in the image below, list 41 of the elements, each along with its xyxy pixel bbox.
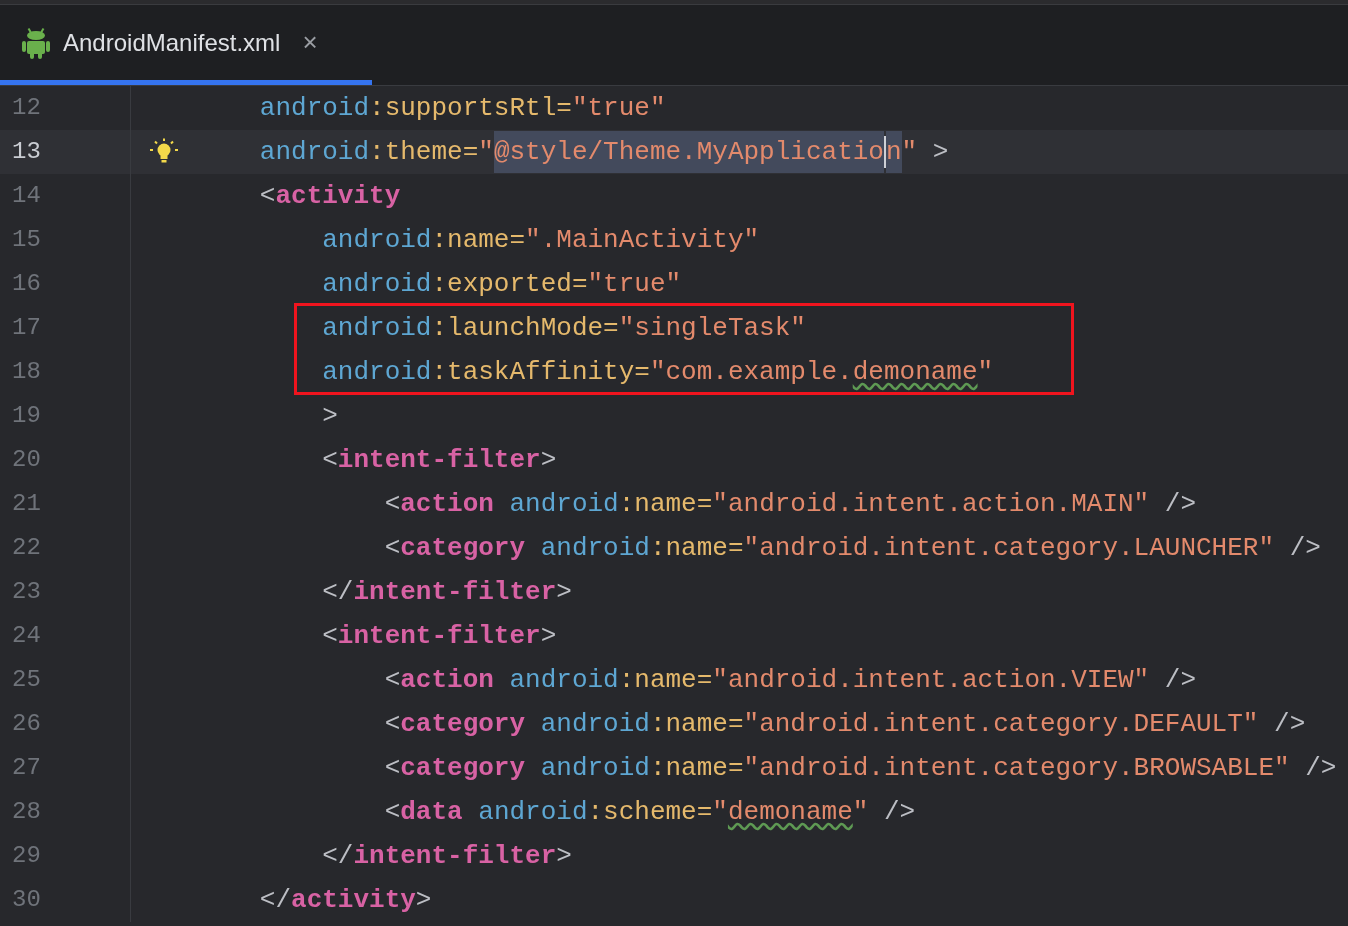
line-number: 23 [12,577,41,607]
code-line: android:name=".MainActivity" [321,223,760,257]
line-number: 14 [12,181,41,211]
code-line: <category android:name="android.intent.category.DEFAULT" /> [383,707,1306,741]
line-number: 19 [12,401,41,431]
code-line: <action android:name="android.intent.action.VIEW" /> [383,663,1196,697]
code-line: <intent-filter> [321,443,557,477]
code-line: <action android:name="android.intent.action.MAIN" /> [383,487,1196,521]
line-number: 13 [12,137,41,167]
code-line: </intent-filter> [321,575,572,609]
line-number: 12 [12,93,41,123]
tab-title: AndroidManifest.xml [63,27,281,58]
code-line: android:taskAffinity="com.example.demoname" [321,355,994,389]
line-number: 24 [12,621,41,651]
code-line: <data android:scheme="demoname" /> [383,795,916,829]
line-number: 17 [12,313,41,343]
line-number: 26 [12,709,41,739]
code-line: <category android:name="android.intent.category.BROWSABLE" /> [383,751,1337,785]
line-number: 21 [12,489,41,519]
code-line: </intent-filter> [321,839,572,873]
code-line: > [321,399,338,433]
code-line: <category android:name="android.intent.category.LAUNCHER" /> [383,531,1321,565]
lightbulb-icon[interactable] [149,138,179,166]
line-number: 27 [12,753,41,783]
android-robot-icon [22,26,50,59]
code-line: android:supportsRtl="true" [258,91,666,125]
line-number: 29 [12,841,41,871]
line-number: 20 [12,445,41,475]
code-line: android:launchMode="singleTask" [321,311,806,345]
line-number: 22 [12,533,41,563]
code-line: <activity [258,179,401,213]
code-line: <intent-filter> [321,619,557,653]
line-number: 16 [12,269,41,299]
line-number: 15 [12,225,41,255]
line-number: 25 [12,665,41,695]
close-button[interactable]: × [302,23,318,62]
line-number: 30 [12,885,41,915]
line-number: 28 [12,797,41,827]
line-number: 18 [12,357,41,387]
code-line: android:exported="true" [321,267,682,301]
code-line: </activity> [258,883,432,917]
